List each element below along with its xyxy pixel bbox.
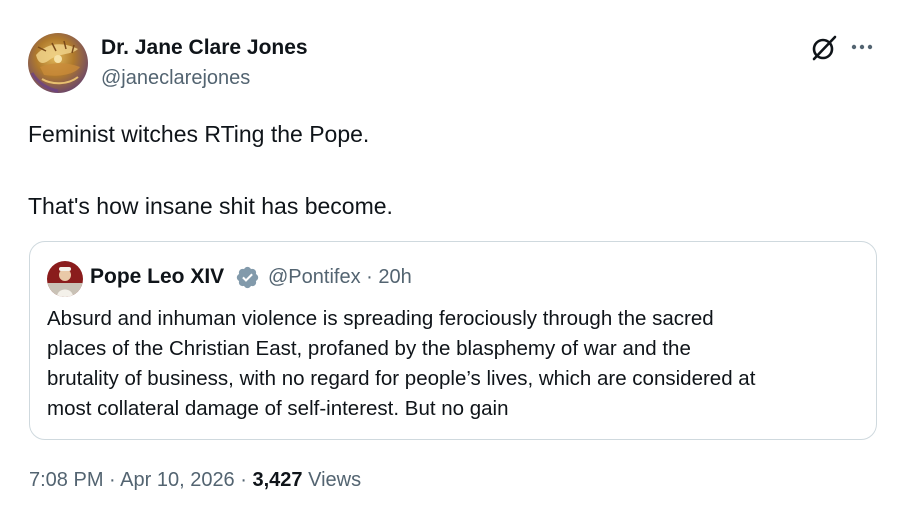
views-label: Views xyxy=(302,469,362,491)
more-icon[interactable] xyxy=(848,37,876,57)
quoted-tweet[interactable]: Pope Leo XIV @Pontifex · 20h Absurd and … xyxy=(29,241,877,440)
author-avatar[interactable] xyxy=(28,33,88,93)
quoted-text-line: places of the Christian East, profaned b… xyxy=(47,337,691,360)
quoted-text-line: brutality of business, with no regard fo… xyxy=(47,367,756,390)
tweet-card: Dr. Jane Clare Jones @janeclarejones Fem… xyxy=(0,0,902,522)
views-count: 3,427 xyxy=(252,469,303,491)
grok-icon[interactable] xyxy=(810,34,838,62)
timestamp-link[interactable]: 7:08 PM · Apr 10, 2026 · xyxy=(29,469,252,491)
quoted-handle-time[interactable]: @Pontifex · 20h xyxy=(268,266,412,289)
pope-avatar-icon xyxy=(47,261,83,297)
verified-badge-icon[interactable] xyxy=(235,265,260,290)
ornate-gold-avatar-icon xyxy=(28,33,88,93)
quoted-author-avatar[interactable] xyxy=(47,261,83,297)
tweet-text-line-1: Feminist witches RTing the Pope. xyxy=(28,121,370,147)
quoted-text-line: most collateral damage of self-interest.… xyxy=(47,397,509,420)
tweet-meta: 7:08 PM · Apr 10, 2026 · 3,427 Views xyxy=(29,469,361,492)
quoted-tweet-text: Absurd and inhuman violence is spreading… xyxy=(47,304,862,424)
tweet-text-line-2: That's how insane shit has become. xyxy=(28,193,393,219)
author-handle[interactable]: @janeclarejones xyxy=(101,67,250,90)
author-name[interactable]: Dr. Jane Clare Jones xyxy=(101,36,308,60)
quoted-text-line: Absurd and inhuman violence is spreading… xyxy=(47,307,714,330)
quoted-author-name[interactable]: Pope Leo XIV xyxy=(90,265,224,289)
